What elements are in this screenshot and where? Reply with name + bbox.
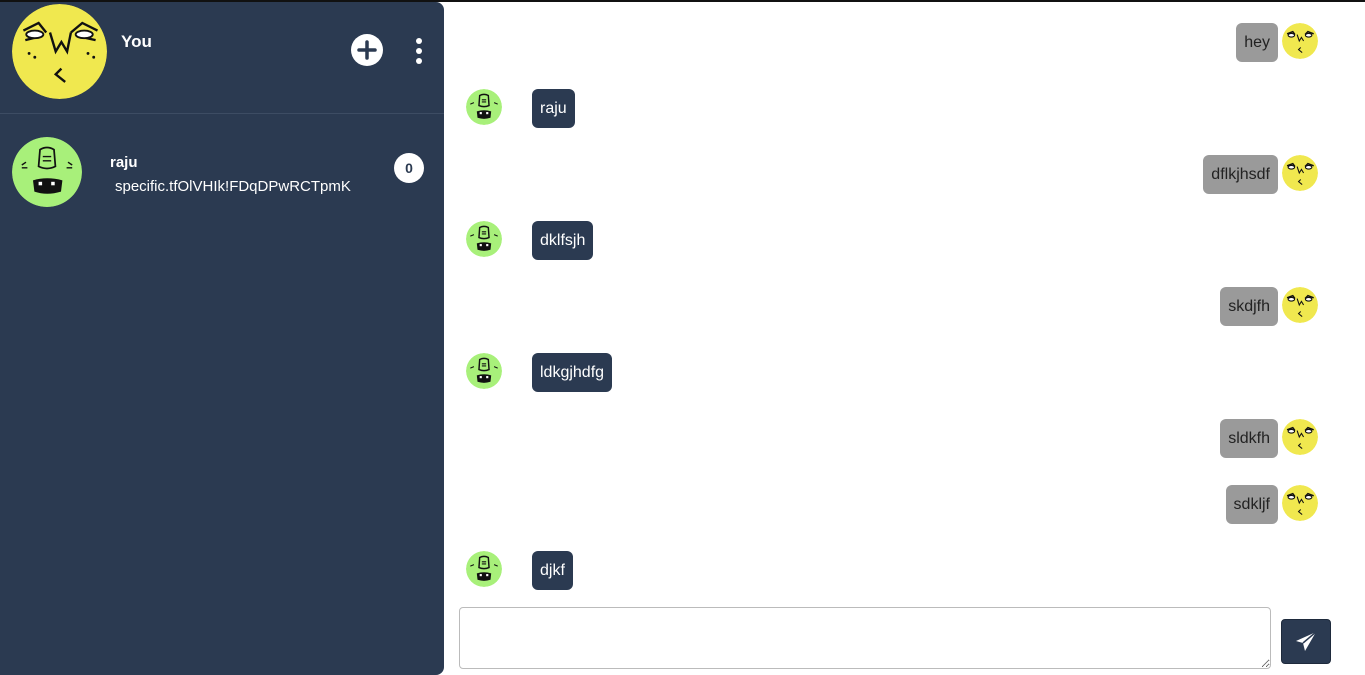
outgoing-message-bubble: skdjfh xyxy=(1220,287,1278,326)
menu-button[interactable] xyxy=(408,35,430,67)
outgoing-message-bubble: dflkjhsdf xyxy=(1203,155,1278,194)
my-message-avatar xyxy=(1282,287,1318,323)
contact-name: raju xyxy=(110,154,138,171)
contact-message-avatar xyxy=(466,221,502,257)
message-row: hey xyxy=(444,23,1365,63)
message-row: sldkfh xyxy=(444,419,1365,459)
incoming-message-bubble: raju xyxy=(532,89,575,128)
my-avatar[interactable] xyxy=(12,4,107,99)
message-row: skdjfh xyxy=(444,287,1365,327)
yellow-face-icon xyxy=(12,4,107,99)
message-row: dflkjhsdf xyxy=(444,155,1365,195)
message-row: dklfsjh xyxy=(444,221,1365,261)
my-name: You xyxy=(121,32,152,51)
outgoing-message-bubble: sldkfh xyxy=(1220,419,1278,458)
incoming-message-bubble: ldkgjhdfg xyxy=(532,353,613,392)
profile-header: You xyxy=(0,2,444,114)
paper-plane-icon xyxy=(1296,630,1317,651)
plus-icon xyxy=(357,40,377,60)
outgoing-message-bubble: hey xyxy=(1236,23,1278,62)
contact-last-message: specific.tfOlVHIk!FDqDPwRCTpmK xyxy=(115,178,351,195)
my-message-avatar xyxy=(1282,23,1318,59)
my-message-avatar xyxy=(1282,419,1318,455)
message-row: ldkgjhdfg xyxy=(444,353,1365,393)
contact-message-avatar xyxy=(466,551,502,587)
new-chat-button[interactable] xyxy=(351,34,383,66)
message-input[interactable] xyxy=(459,607,1271,669)
my-message-avatar xyxy=(1282,485,1318,521)
contact-item-raju[interactable]: raju specific.tfOlVHIk!FDqDPwRCTpmK 0 xyxy=(0,126,444,216)
contact-avatar xyxy=(12,137,82,207)
message-row: sdkljf xyxy=(444,485,1365,525)
unread-count-badge: 0 xyxy=(394,153,424,183)
sidebar: You raju specific.tfOlVHIk!FDqDPwRCTpmK … xyxy=(0,2,444,675)
message-row: raju xyxy=(444,89,1365,129)
contact-message-avatar xyxy=(466,353,502,389)
my-message-avatar xyxy=(1282,155,1318,191)
chat-panel: hey raju dflkjhsdf dklfsjh skdjfh ldkgjhdfg sl… xyxy=(444,2,1365,675)
outgoing-message-bubble: sdkljf xyxy=(1225,485,1278,524)
send-button[interactable] xyxy=(1281,619,1331,664)
incoming-message-bubble: djkf xyxy=(532,551,573,590)
incoming-message-bubble: dklfsjh xyxy=(532,221,594,260)
message-row: djkf xyxy=(444,551,1365,591)
green-face-icon xyxy=(12,137,82,207)
vertical-dots-icon xyxy=(416,38,422,44)
contact-message-avatar xyxy=(466,89,502,125)
